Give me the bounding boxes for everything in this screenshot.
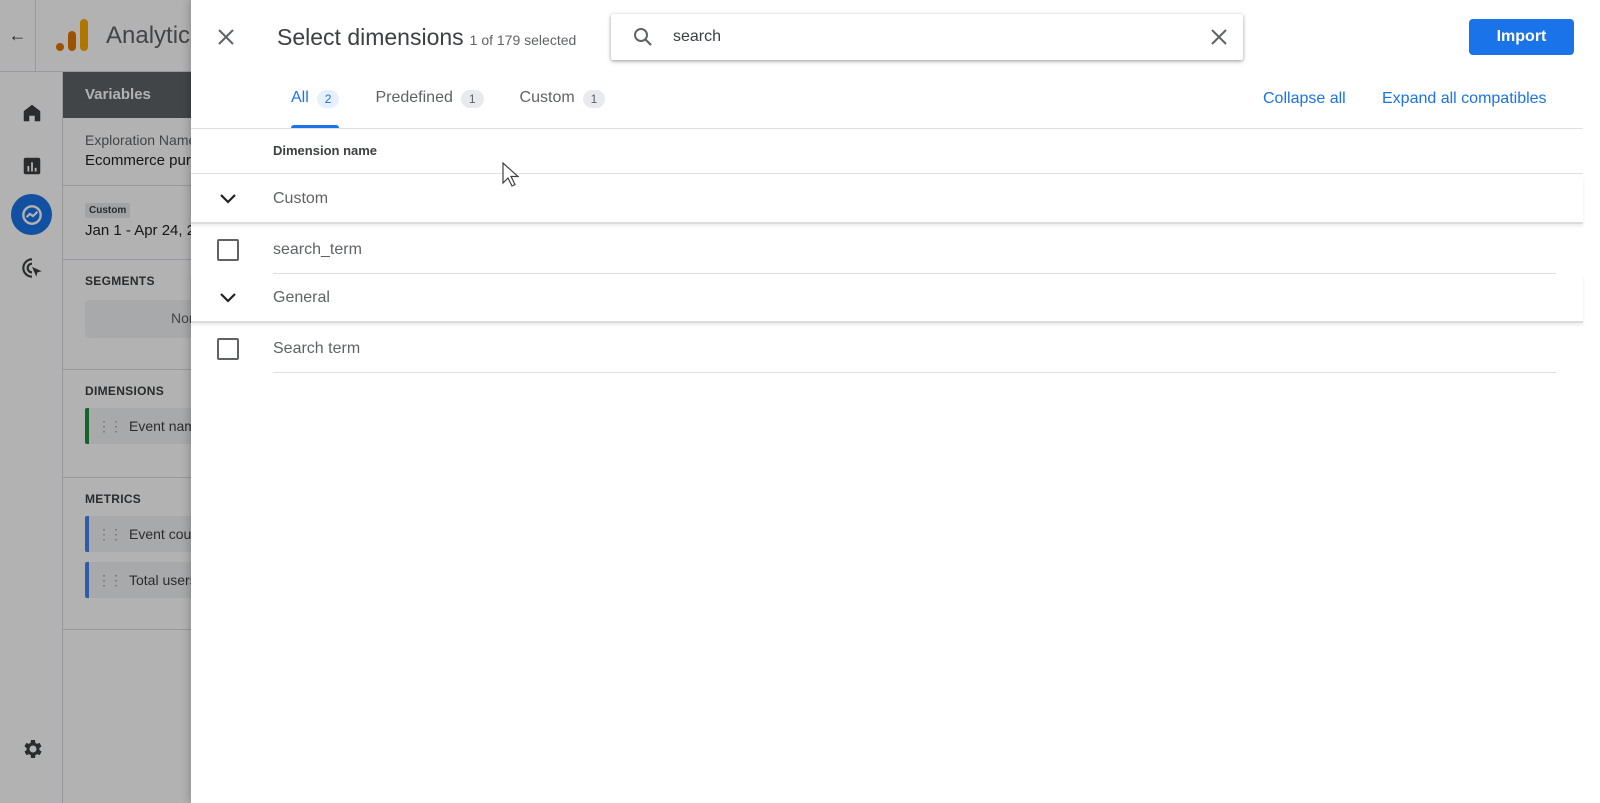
dimension-row[interactable]: Search term [191,325,1583,373]
select-dimensions-dialog: Select dimensions 1 of 179 selected Impor… [191,0,1600,803]
expand-toggle[interactable] [191,193,273,205]
chevron-down-icon [220,194,236,204]
tab-predefined[interactable]: Predefined 1 [375,84,484,128]
search-box[interactable] [611,14,1243,60]
import-button[interactable]: Import [1469,19,1574,55]
dimension-checkbox[interactable] [217,338,239,360]
column-header-dimension-name[interactable]: Dimension name [273,143,377,158]
dimension-name: Search term [273,340,361,357]
tab-label: Predefined [375,89,453,106]
group-row-custom[interactable]: Custom [191,176,1583,224]
tab-label: All [291,89,309,106]
close-icon [218,29,234,45]
group-name: Custom [273,190,329,207]
dimension-checkbox[interactable] [217,239,239,261]
tab-all[interactable]: All 2 [291,84,340,128]
dimension-name: search_term [273,241,362,258]
tab-bar: All 2 Predefined 1 Custom 1 [291,84,641,128]
selection-count: 1 of 179 selected [469,32,577,48]
divider [191,128,1583,129]
search-input[interactable] [673,28,1173,46]
clear-search-button[interactable] [1207,25,1231,49]
app-root: ← Analytics Variables Exploration Name E… [0,0,1600,803]
tab-count-badge: 1 [460,90,484,108]
expand-all-compatibles-button[interactable]: Expand all compatibles [1382,90,1547,108]
tab-custom[interactable]: Custom 1 [520,84,606,128]
tab-label: Custom [519,89,575,106]
divider [191,173,1583,174]
group-row-general[interactable]: General [191,275,1583,323]
collapse-all-button[interactable]: Collapse all [1263,90,1346,108]
expand-toggle[interactable] [191,292,273,304]
dimension-row[interactable]: search_term [191,226,1583,274]
dialog-title-text: Select dimensions [277,24,464,50]
group-name: General [273,289,330,306]
chevron-down-icon [220,293,236,303]
tab-count-badge: 2 [316,90,340,108]
tab-count-badge: 1 [582,90,606,108]
search-icon [634,28,652,46]
close-icon [1211,29,1227,45]
mouse-cursor-icon [502,162,520,187]
dialog-title: Select dimensions 1 of 179 selected [277,24,576,51]
close-button[interactable] [211,22,241,52]
